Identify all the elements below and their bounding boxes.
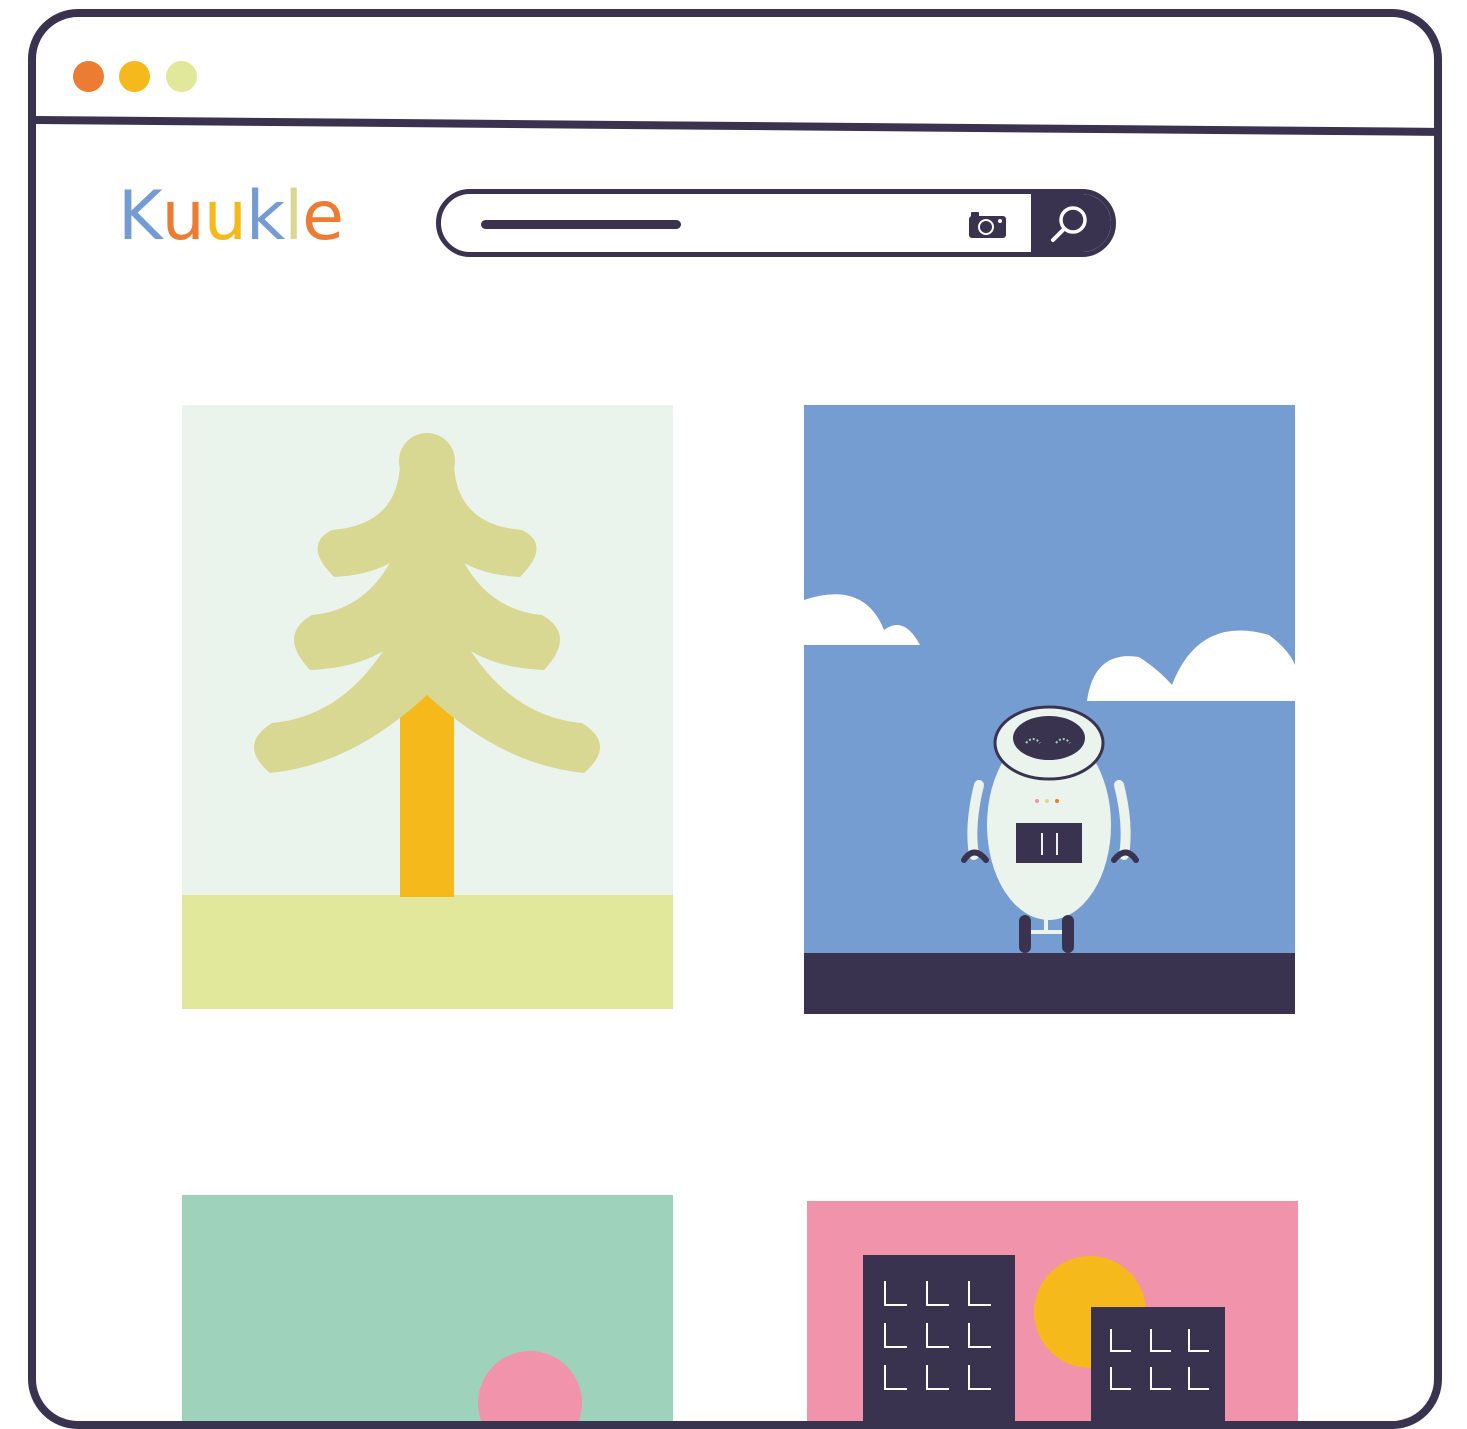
green-pink-illustration (182, 1195, 673, 1421)
buildings-illustration (807, 1201, 1298, 1421)
close-dot[interactable] (73, 61, 104, 92)
pine-tree-image[interactable] (182, 405, 673, 1009)
sunset-image[interactable] (182, 1195, 673, 1421)
city-image[interactable] (807, 1201, 1298, 1421)
logo-letter: u (161, 177, 205, 256)
logo-letter: k (245, 177, 285, 256)
search-button[interactable] (1031, 194, 1111, 252)
logo-letter: e (302, 177, 344, 256)
logo-letter: u (203, 177, 247, 256)
logo-letter: l (284, 177, 303, 256)
robot-image[interactable] (804, 405, 1295, 1014)
browser-window: Kuukle (28, 9, 1442, 1429)
robot-illustration (804, 405, 1295, 1014)
search-box[interactable] (436, 189, 1116, 257)
tree-illustration (182, 405, 673, 1009)
search-input[interactable] (481, 220, 681, 229)
logo-letter: K (118, 177, 163, 256)
maximize-dot[interactable] (166, 61, 197, 92)
magnifier-icon (1051, 206, 1087, 242)
titlebar-divider (36, 116, 1434, 136)
kuukle-logo[interactable]: Kuukle (118, 177, 344, 256)
camera-icon[interactable] (966, 208, 1008, 240)
minimize-dot[interactable] (119, 61, 150, 92)
